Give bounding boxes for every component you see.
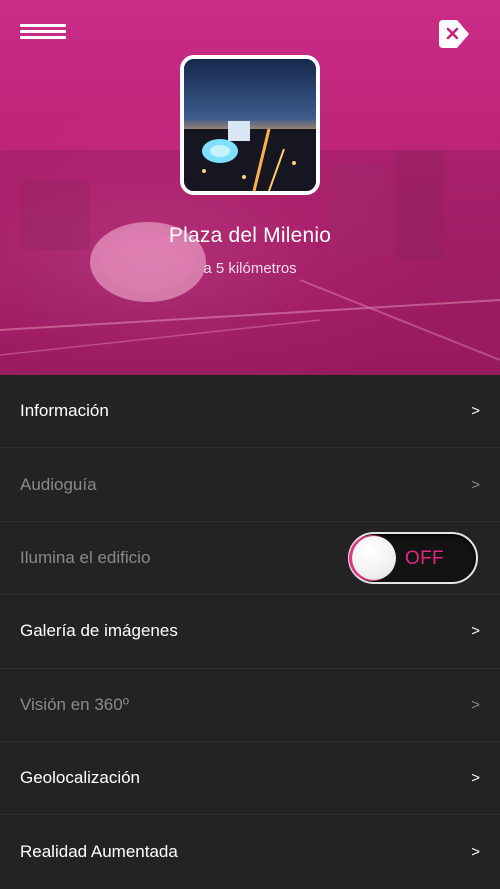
place-title: Plaza del Milenio — [168, 224, 332, 247]
chevron-right-icon: > — [471, 843, 480, 861]
menu-item-label: Ilumina el edificio — [20, 547, 151, 567]
menu-item-label: Galería de imágenes — [20, 621, 178, 641]
menu-item-realidad-aumentada[interactable]: Realidad Aumentada > — [0, 815, 500, 888]
menu-item-label: Visión en 360º — [20, 694, 129, 714]
place-photo — [184, 59, 316, 191]
hamburger-icon[interactable] — [20, 24, 68, 46]
toggle-state-label: OFF — [405, 547, 444, 569]
chevron-right-icon: > — [471, 476, 480, 494]
menu-item-geolocalizacion[interactable]: Geolocalización > — [0, 742, 500, 816]
menu-item-galeria[interactable]: Galería de imágenes > — [0, 595, 500, 669]
menu-item-audioguia[interactable]: Audioguía > — [0, 448, 500, 522]
chevron-right-icon: > — [471, 402, 480, 420]
menu-item-label: Geolocalización — [20, 768, 141, 788]
chevron-right-icon: > — [471, 696, 480, 714]
menu-item-vision-360[interactable]: Visión en 360º > — [0, 669, 500, 742]
header-hero: Plaza del Milenio a 5 kilómetros — [0, 0, 500, 375]
chevron-right-icon: > — [471, 769, 480, 787]
menu-item-ilumina-edificio: Ilumina el edificio OFF — [0, 522, 500, 596]
menu-item-label: Audioguía — [20, 474, 97, 494]
toggle-knob — [352, 535, 396, 580]
place-thumbnail — [180, 55, 320, 195]
illuminate-toggle[interactable]: OFF — [348, 531, 478, 584]
menu-item-label: Información — [20, 401, 109, 421]
menu-item-informacion[interactable]: Información > — [0, 375, 500, 449]
place-distance: a 5 kilómetros — [203, 260, 297, 277]
options-list: Información > Audioguía > Ilumina el edi… — [0, 375, 500, 889]
chevron-right-icon: > — [471, 622, 480, 640]
close-tag-icon[interactable] — [437, 18, 471, 50]
menu-item-label: Realidad Aumentada — [20, 842, 178, 862]
